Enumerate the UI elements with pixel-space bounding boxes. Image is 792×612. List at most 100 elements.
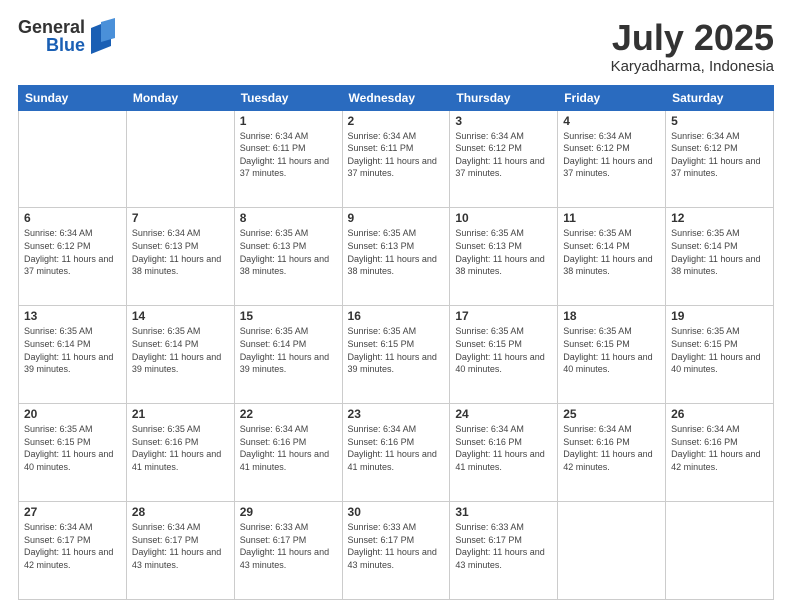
- logo: General Blue: [18, 18, 115, 54]
- header: General Blue July 2025 Karyadharma, Indo…: [18, 18, 774, 75]
- day-number: 2: [348, 114, 445, 128]
- day-number: 5: [671, 114, 768, 128]
- col-saturday: Saturday: [666, 85, 774, 110]
- day-detail: Sunrise: 6:34 AMSunset: 6:16 PMDaylight:…: [563, 423, 660, 473]
- calendar-cell: 14 Sunrise: 6:35 AMSunset: 6:14 PMDayligh…: [126, 306, 234, 404]
- day-detail: Sunrise: 6:35 AMSunset: 6:15 PMDaylight:…: [455, 325, 552, 375]
- calendar-week-5: 27 Sunrise: 6:34 AMSunset: 6:17 PMDayligh…: [19, 502, 774, 600]
- calendar-cell: 31 Sunrise: 6:33 AMSunset: 6:17 PMDayligh…: [450, 502, 558, 600]
- day-number: 30: [348, 505, 445, 519]
- day-detail: Sunrise: 6:34 AMSunset: 6:11 PMDaylight:…: [240, 130, 337, 180]
- calendar-cell: 24Sunrise: 6:34 AMSunset: 6:16 PMDayligh…: [450, 404, 558, 502]
- col-tuesday: Tuesday: [234, 85, 342, 110]
- title-block: July 2025 Karyadharma, Indonesia: [611, 18, 774, 75]
- day-detail: Sunrise: 6:35 AMSunset: 6:14 PMDaylight:…: [240, 325, 337, 375]
- logo-blue: Blue: [46, 36, 85, 54]
- calendar-cell: 25Sunrise: 6:34 AMSunset: 6:16 PMDayligh…: [558, 404, 666, 502]
- calendar-page: General Blue July 2025 Karyadharma, Indo…: [0, 0, 792, 612]
- day-detail: Sunrise: 6:35 AMSunset: 6:13 PMDaylight:…: [455, 227, 552, 277]
- day-number: 26: [671, 407, 768, 421]
- calendar-cell: 28 Sunrise: 6:34 AMSunset: 6:17 PMDayligh…: [126, 502, 234, 600]
- calendar-cell: 20 Sunrise: 6:35 AMSunset: 6:15 PMDayligh…: [19, 404, 127, 502]
- day-detail: Sunrise: 6:34 AMSunset: 6:16 PMDaylight:…: [240, 423, 337, 473]
- day-detail: Sunrise: 6:35 AMSunset: 6:15 PMDaylight:…: [24, 423, 121, 473]
- calendar-cell: 16Sunrise: 6:35 AMSunset: 6:15 PMDayligh…: [342, 306, 450, 404]
- col-monday: Monday: [126, 85, 234, 110]
- day-number: 4: [563, 114, 660, 128]
- day-number: 15: [240, 309, 337, 323]
- day-number: 24: [455, 407, 552, 421]
- day-number: 20: [24, 407, 121, 421]
- calendar-cell: 15 Sunrise: 6:35 AMSunset: 6:14 PMDayligh…: [234, 306, 342, 404]
- calendar-cell: 17 Sunrise: 6:35 AMSunset: 6:15 PMDayligh…: [450, 306, 558, 404]
- day-detail: Sunrise: 6:35 AMSunset: 6:14 PMDaylight:…: [132, 325, 229, 375]
- calendar-cell: 3 Sunrise: 6:34 AMSunset: 6:12 PMDaylight…: [450, 110, 558, 208]
- logo-icon: [87, 18, 115, 54]
- calendar-week-1: 1 Sunrise: 6:34 AMSunset: 6:11 PMDaylight…: [19, 110, 774, 208]
- day-number: 13: [24, 309, 121, 323]
- calendar-cell: [666, 502, 774, 600]
- day-number: 21: [132, 407, 229, 421]
- day-number: 19: [671, 309, 768, 323]
- calendar-cell: 6 Sunrise: 6:34 AMSunset: 6:12 PMDaylight…: [19, 208, 127, 306]
- day-detail: Sunrise: 6:34 AMSunset: 6:12 PMDaylight:…: [563, 130, 660, 180]
- day-header-row: Sunday Monday Tuesday Wednesday Thursday…: [19, 85, 774, 110]
- day-detail: Sunrise: 6:35 AMSunset: 6:15 PMDaylight:…: [348, 325, 445, 375]
- calendar-week-4: 20 Sunrise: 6:35 AMSunset: 6:15 PMDayligh…: [19, 404, 774, 502]
- calendar-table: Sunday Monday Tuesday Wednesday Thursday…: [18, 85, 774, 600]
- day-detail: Sunrise: 6:35 AMSunset: 6:14 PMDaylight:…: [24, 325, 121, 375]
- day-detail: Sunrise: 6:35 AMSunset: 6:14 PMDaylight:…: [563, 227, 660, 277]
- day-number: 31: [455, 505, 552, 519]
- calendar-cell: 5 Sunrise: 6:34 AMSunset: 6:12 PMDaylight…: [666, 110, 774, 208]
- day-detail: Sunrise: 6:34 AMSunset: 6:12 PMDaylight:…: [455, 130, 552, 180]
- day-detail: Sunrise: 6:35 AMSunset: 6:15 PMDaylight:…: [671, 325, 768, 375]
- day-detail: Sunrise: 6:34 AMSunset: 6:16 PMDaylight:…: [671, 423, 768, 473]
- day-detail: Sunrise: 6:35 AMSunset: 6:14 PMDaylight:…: [671, 227, 768, 277]
- day-number: 12: [671, 211, 768, 225]
- month-title: July 2025: [611, 18, 774, 58]
- day-number: 6: [24, 211, 121, 225]
- calendar-cell: 13 Sunrise: 6:35 AMSunset: 6:14 PMDayligh…: [19, 306, 127, 404]
- day-detail: Sunrise: 6:34 AMSunset: 6:12 PMDaylight:…: [24, 227, 121, 277]
- calendar-cell: [19, 110, 127, 208]
- calendar-week-3: 13 Sunrise: 6:35 AMSunset: 6:14 PMDayligh…: [19, 306, 774, 404]
- day-number: 22: [240, 407, 337, 421]
- day-detail: Sunrise: 6:34 AMSunset: 6:13 PMDaylight:…: [132, 227, 229, 277]
- day-detail: Sunrise: 6:33 AMSunset: 6:17 PMDaylight:…: [455, 521, 552, 571]
- calendar-cell: 22 Sunrise: 6:34 AMSunset: 6:16 PMDayligh…: [234, 404, 342, 502]
- calendar-cell: 10Sunrise: 6:35 AMSunset: 6:13 PMDayligh…: [450, 208, 558, 306]
- calendar-week-2: 6 Sunrise: 6:34 AMSunset: 6:12 PMDaylight…: [19, 208, 774, 306]
- day-detail: Sunrise: 6:35 AMSunset: 6:15 PMDaylight:…: [563, 325, 660, 375]
- calendar-cell: 12 Sunrise: 6:35 AMSunset: 6:14 PMDayligh…: [666, 208, 774, 306]
- calendar-cell: [558, 502, 666, 600]
- calendar-cell: 26 Sunrise: 6:34 AMSunset: 6:16 PMDayligh…: [666, 404, 774, 502]
- calendar-cell: 1 Sunrise: 6:34 AMSunset: 6:11 PMDaylight…: [234, 110, 342, 208]
- day-number: 3: [455, 114, 552, 128]
- day-detail: Sunrise: 6:34 AMSunset: 6:12 PMDaylight:…: [671, 130, 768, 180]
- col-wednesday: Wednesday: [342, 85, 450, 110]
- calendar-cell: 19 Sunrise: 6:35 AMSunset: 6:15 PMDayligh…: [666, 306, 774, 404]
- day-number: 14: [132, 309, 229, 323]
- calendar-cell: 23Sunrise: 6:34 AMSunset: 6:16 PMDayligh…: [342, 404, 450, 502]
- col-friday: Friday: [558, 85, 666, 110]
- day-number: 28: [132, 505, 229, 519]
- calendar-cell: 11Sunrise: 6:35 AMSunset: 6:14 PMDayligh…: [558, 208, 666, 306]
- calendar-cell: [126, 110, 234, 208]
- calendar-cell: 27 Sunrise: 6:34 AMSunset: 6:17 PMDayligh…: [19, 502, 127, 600]
- day-detail: Sunrise: 6:35 AMSunset: 6:13 PMDaylight:…: [348, 227, 445, 277]
- day-number: 18: [563, 309, 660, 323]
- day-detail: Sunrise: 6:34 AMSunset: 6:17 PMDaylight:…: [132, 521, 229, 571]
- day-detail: Sunrise: 6:34 AMSunset: 6:17 PMDaylight:…: [24, 521, 121, 571]
- col-thursday: Thursday: [450, 85, 558, 110]
- day-detail: Sunrise: 6:35 AMSunset: 6:16 PMDaylight:…: [132, 423, 229, 473]
- calendar-cell: 30Sunrise: 6:33 AMSunset: 6:17 PMDayligh…: [342, 502, 450, 600]
- day-number: 27: [24, 505, 121, 519]
- calendar-cell: 8Sunrise: 6:35 AMSunset: 6:13 PMDaylight…: [234, 208, 342, 306]
- col-sunday: Sunday: [19, 85, 127, 110]
- day-number: 8: [240, 211, 337, 225]
- day-number: 1: [240, 114, 337, 128]
- day-number: 23: [348, 407, 445, 421]
- calendar-cell: 18 Sunrise: 6:35 AMSunset: 6:15 PMDayligh…: [558, 306, 666, 404]
- day-number: 17: [455, 309, 552, 323]
- calendar-cell: 9Sunrise: 6:35 AMSunset: 6:13 PMDaylight…: [342, 208, 450, 306]
